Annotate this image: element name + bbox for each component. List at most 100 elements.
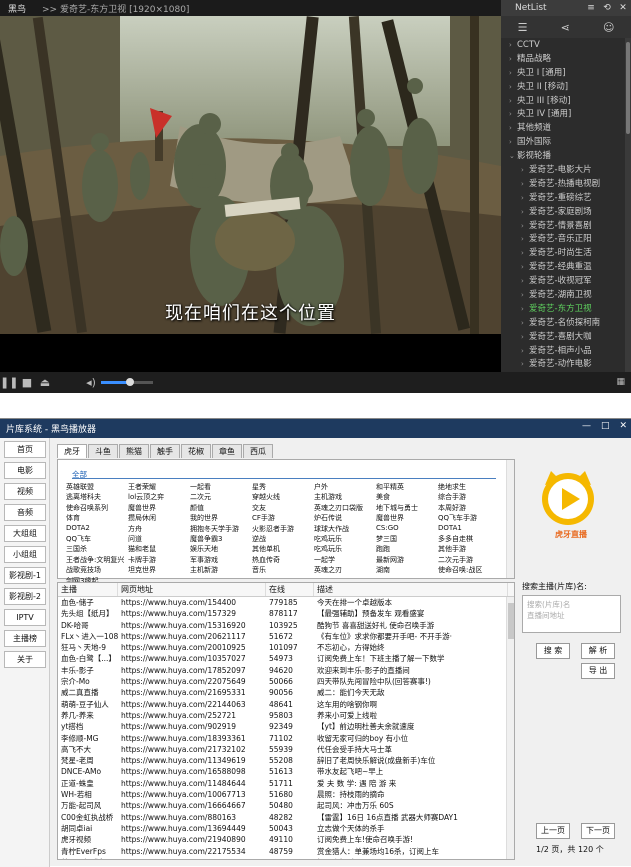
category-link[interactable]: 梦三国 [376,534,438,544]
user-icon[interactable]: ☺ [603,21,614,34]
channel-item[interactable]: › 精品战略 [501,52,631,66]
category-link[interactable]: 和平精英 [376,482,438,492]
category-link[interactable]: 逃离塔科夫 [66,492,128,502]
window-close-icon[interactable]: ✕ [619,421,627,431]
category-link[interactable]: 拥抱冬天学手游 [190,524,252,534]
category-link[interactable]: 战歌竞技场 [66,565,128,575]
category-link[interactable]: 音乐 [252,565,314,575]
category-link[interactable]: 其他单机 [252,544,314,554]
table-row[interactable]: WH-若相 https://www.huya.com/10067713 51680 晨… [58,789,514,800]
platform-tab[interactable]: 虎牙 [57,444,87,458]
table-row[interactable]: 胡同卓iai https://www.huya.com/13694449 50043… [58,823,514,834]
col-anchor[interactable]: 主播 [58,583,118,596]
platform-tab[interactable]: 花椒 [181,444,211,458]
category-link[interactable]: 跑跑 [376,544,438,554]
table-row[interactable]: 萌萌-豆子仙人 https://www.huya.com/22144063 4864… [58,699,514,710]
category-link[interactable]: 英魂之刃口袋版 [314,503,376,513]
sidebar-button[interactable]: 视频 [4,483,46,500]
search-button[interactable]: 搜 索 [536,643,570,659]
sidebar-button[interactable]: 电影 [4,462,46,479]
channel-item[interactable]: › 央卫 II [移动] [501,80,631,94]
eject-button[interactable]: ⏏ [36,376,54,389]
table-row[interactable]: 梵星-老周 https://www.huya.com/11349619 55208 辞… [58,755,514,766]
table-row[interactable]: 李修顺-MG https://www.huya.com/18393361 71102… [58,733,514,744]
category-link[interactable]: 魔兽世界 [376,513,438,523]
table-row[interactable]: 血色-储子 https://www.huya.com/154400 779185 今天… [58,597,514,608]
sidebar-button[interactable]: 音频 [4,504,46,521]
search-input[interactable]: 搜索(片库)名 直播间地址 [522,595,621,633]
stop-button[interactable]: ■ [18,376,36,389]
channel-item[interactable]: › 爱奇艺-湖南卫视 [501,288,631,302]
category-link[interactable]: 绝地求生 [438,482,502,492]
table-row[interactable]: 狂马丶天地-9 https://www.huya.com/20010925 1010… [58,642,514,653]
platform-tab[interactable]: 西瓜 [243,444,273,458]
category-link[interactable]: 炉石传说 [314,513,376,523]
category-link[interactable]: 其他手游 [438,544,502,554]
category-link[interactable]: 吃鸡玩乐 [314,534,376,544]
category-link[interactable]: QQ飞车 [66,534,128,544]
channel-item[interactable]: › 爱奇艺-名侦探柯南 [501,316,631,330]
category-link[interactable]: 美食 [376,492,438,502]
col-online[interactable]: 在线 [266,583,314,596]
col-url[interactable]: 网页地址 [118,583,266,596]
table-row[interactable]: C00金虹执战桥 https://www.huya.com/880163 48282… [58,812,514,823]
parse-button[interactable]: 解 析 [581,643,615,659]
sidebar-button[interactable]: 首页 [4,441,46,458]
channel-item[interactable]: › 央卫 IV [通用] [501,107,631,121]
restore-icon[interactable]: ⟲ [599,3,615,13]
category-link[interactable]: 军事游戏 [190,555,252,565]
category-link[interactable]: 我的世界 [190,513,252,523]
table-row[interactable]: 养几-养来 https://www.huya.com/252721 95803 养来小… [58,710,514,721]
channel-item[interactable]: › 爱奇艺-热播电视剧 [501,177,631,191]
playlist-toggle-icon[interactable]: ▦ [616,377,625,387]
table-row[interactable]: 先头组【纸月】 https://www.huya.com/157329 878117… [58,608,514,619]
channel-item[interactable]: › 爱奇艺-时尚生活 [501,246,631,260]
channel-list-scrollbar[interactable] [625,38,631,372]
category-link[interactable]: 一起学 [314,555,376,565]
table-row[interactable]: 丰乐-影子 https://www.huya.com/17852097 94620 欢… [58,665,514,676]
category-link[interactable]: 二次元 [190,492,252,502]
category-link[interactable]: 英雄联盟 [66,482,128,492]
category-link[interactable]: 主机新游 [190,565,252,575]
maximize-icon[interactable]: □ [601,421,610,431]
category-link[interactable]: 娱乐天地 [190,544,252,554]
channel-item[interactable]: › 爱奇艺-动作电影 [501,357,631,371]
category-scrollbar[interactable] [506,460,514,578]
category-link[interactable]: 综合手游 [438,492,502,502]
table-row[interactable]: 姜子牙加腊鱼https://www.huya.com/2180169649564… [58,857,514,859]
category-link[interactable]: QQ飞车手游 [438,513,502,523]
channel-item[interactable]: › 爱奇艺-喜剧大咖 [501,330,631,344]
category-link[interactable]: 问道 [128,534,190,544]
category-link[interactable]: 颜值 [190,503,252,513]
category-link[interactable]: 吃鸡玩乐 [314,544,376,554]
channel-item[interactable]: ⌄ 影视轮播 [501,149,631,163]
category-link[interactable]: DOTA2 [66,524,128,534]
table-row[interactable]: 青柠EverFps https://www.huya.com/22175534 48… [58,846,514,857]
category-link[interactable]: 使命召唤:战区 [438,565,502,575]
channel-item[interactable]: › 爱奇艺-电影大片 [501,163,631,177]
category-link[interactable]: 坦克世界 [128,565,190,575]
menu-icon[interactable]: ≡ [583,3,599,13]
channel-item[interactable]: › 爱奇艺-重磅综艺 [501,191,631,205]
category-link[interactable]: 多多自走棋 [438,534,502,544]
table-row[interactable]: 万能-起司风 https://www.huya.com/16664667 50480… [58,800,514,811]
volume-slider[interactable] [101,378,153,386]
prev-page-button[interactable]: 上一页 [536,823,570,839]
channel-item[interactable]: › 爱奇艺-东方卫视 [501,302,631,316]
table-row[interactable]: 高飞不大 https://www.huya.com/21732102 55939 代任… [58,744,514,755]
table-row[interactable]: 宗介-Mo https://www.huya.com/22075649 50066 四… [58,676,514,687]
sidebar-button[interactable]: IPTV [4,609,46,626]
channel-item[interactable]: › 爱奇艺-音乐正阳 [501,232,631,246]
category-link[interactable]: 二次元手游 [438,555,502,565]
channel-item[interactable]: › 央卫 III [移动] [501,94,631,108]
category-link[interactable]: 火影忍者手游 [252,524,314,534]
table-row[interactable]: DK-哈哥 https://www.huya.com/15316920 103925… [58,620,514,631]
category-link[interactable]: 方舟 [128,524,190,534]
category-link[interactable]: 卡牌手游 [128,555,190,565]
close-icon[interactable]: ✕ [615,3,631,13]
table-row[interactable]: yt搭档 https://www.huya.com/902919 92349 【yt】… [58,721,514,732]
channel-item[interactable]: › 央卫 I [通用] [501,66,631,80]
channel-item[interactable]: › 其他频道 [501,121,631,135]
channel-item[interactable]: › 爱奇艺-相声小品 [501,344,631,358]
table-row[interactable]: 虎牙视频 https://www.huya.com/21940890 49110 订阅… [58,834,514,845]
